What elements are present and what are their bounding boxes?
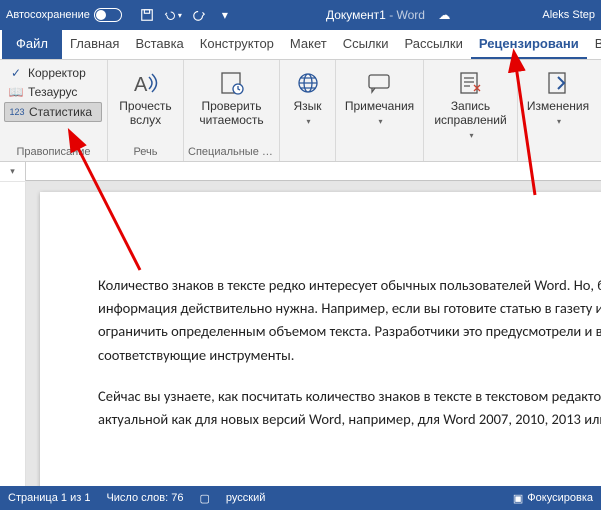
track-changes-icon — [457, 68, 485, 98]
btn-label: Примечания — [345, 99, 414, 113]
group-label: Специальные во… — [184, 144, 279, 161]
editor-icon: ✓ — [8, 66, 24, 80]
tab-mailings[interactable]: Рассылки — [396, 30, 470, 59]
tab-file[interactable]: Файл — [2, 30, 62, 59]
status-language[interactable]: русский — [226, 492, 265, 504]
btn-comments[interactable]: Примечания▾ — [340, 64, 419, 144]
ruler: ▾ 2·1·▾·1·2·3·4·5·6·7·8·9·10·11·12·13 — [0, 162, 601, 182]
readability-icon — [217, 68, 247, 98]
qat-customize-icon[interactable]: ▾ — [216, 6, 234, 24]
doc-name: Документ1 — [326, 8, 386, 22]
status-bar: Страница 1 из 1 Число слов: 76 ▢ русский… — [0, 486, 601, 510]
group-label — [280, 144, 335, 161]
stats-icon: 123 — [9, 105, 25, 119]
read-aloud-icon: A — [131, 68, 161, 98]
tab-design[interactable]: Конструктор — [192, 30, 282, 59]
ruler-corner: ▾ — [0, 162, 26, 181]
btn-changes[interactable]: Изменения▾ — [522, 64, 594, 144]
btn-label: Прочесть — [119, 99, 171, 113]
vertical-ruler[interactable] — [0, 182, 26, 508]
autosave-label: Автосохранение — [6, 9, 90, 21]
ribbon-tabs: Файл Главная Вставка Конструктор Макет С… — [0, 30, 601, 60]
status-page[interactable]: Страница 1 из 1 — [8, 492, 90, 504]
btn-language[interactable]: Язык▾ — [284, 64, 331, 144]
group-tracking: Записьисправлений ▾ — [424, 60, 518, 161]
group-label — [424, 145, 517, 161]
language-icon — [295, 68, 321, 98]
tab-view[interactable]: Вид — [587, 30, 601, 59]
title-bar: Автосохранение ▾ ▾ Документ1 - Word ☁ Al… — [0, 0, 601, 30]
group-speech: A Прочестьвслух Речь — [108, 60, 184, 161]
btn-thesaurus[interactable]: 📖 Тезаурус — [4, 83, 102, 101]
group-accessibility: Проверитьчитаемость Специальные во… — [184, 60, 280, 161]
group-label: Правописание — [0, 144, 107, 161]
group-comments: Примечания▾ — [336, 60, 424, 161]
status-proofing-icon[interactable]: ▢ — [200, 492, 210, 505]
svg-text:A: A — [134, 74, 148, 96]
save-icon[interactable] — [138, 6, 156, 24]
group-language: Язык▾ — [280, 60, 336, 161]
tab-layout[interactable]: Макет — [282, 30, 335, 59]
comments-icon — [366, 68, 394, 98]
status-word-count[interactable]: Число слов: 76 — [106, 492, 183, 504]
btn-word-count[interactable]: 123 Статистика — [4, 102, 102, 122]
page-viewport[interactable]: Количество знаков в тексте редко интерес… — [26, 182, 601, 508]
btn-editor[interactable]: ✓ Корректор — [4, 64, 102, 82]
status-focus[interactable]: ▣ Фокусировка — [513, 492, 593, 505]
horizontal-ruler[interactable]: 2·1·▾·1·2·3·4·5·6·7·8·9·10·11·12·13 — [26, 162, 601, 181]
btn-label: исправлений — [434, 113, 506, 127]
autosave-toggle[interactable]: Автосохранение — [6, 8, 122, 22]
group-proofing: ✓ Корректор 📖 Тезаурус 123 Статистика Право… — [0, 60, 108, 161]
btn-track-changes[interactable]: Записьисправлений ▾ — [428, 64, 513, 145]
focus-icon: ▣ — [513, 492, 523, 505]
undo-icon[interactable]: ▾ — [164, 6, 182, 24]
btn-read-aloud[interactable]: A Прочестьвслух — [112, 64, 179, 144]
btn-label: Запись — [451, 99, 490, 113]
window-title: Документ1 - Word ☁ — [234, 8, 543, 22]
quick-access-toolbar: ▾ ▾ — [138, 6, 234, 24]
btn-label: Изменения — [527, 99, 589, 113]
btn-label: Корректор — [28, 66, 86, 80]
tab-references[interactable]: Ссылки — [335, 30, 397, 59]
user-name[interactable]: Aleks Step — [542, 9, 595, 21]
btn-label: читаемость — [199, 113, 263, 127]
group-label: Речь — [108, 144, 183, 161]
group-label — [336, 144, 423, 161]
toggle-icon — [94, 8, 122, 22]
page[interactable]: Количество знаков в тексте редко интерес… — [40, 192, 601, 508]
ribbon: ✓ Корректор 📖 Тезаурус 123 Статистика Право… — [0, 60, 601, 162]
focus-label: Фокусировка — [527, 492, 593, 504]
paragraph[interactable]: Сейчас вы узнаете, как посчитать количес… — [98, 385, 601, 431]
redo-icon[interactable] — [190, 6, 208, 24]
btn-check-readability[interactable]: Проверитьчитаемость — [188, 64, 275, 144]
btn-label: вслух — [130, 113, 161, 127]
tab-home[interactable]: Главная — [62, 30, 127, 59]
btn-label: Язык — [293, 99, 321, 113]
document-area: Количество знаков в тексте редко интерес… — [0, 182, 601, 508]
paragraph[interactable]: Количество знаков в тексте редко интерес… — [98, 274, 601, 367]
tab-insert[interactable]: Вставка — [127, 30, 191, 59]
tab-review[interactable]: Рецензировани — [471, 30, 587, 59]
btn-label: Проверить — [201, 99, 261, 113]
thesaurus-icon: 📖 — [8, 85, 24, 99]
app-name: - Word — [389, 8, 425, 22]
btn-label: Статистика — [29, 105, 92, 119]
changes-icon — [544, 68, 572, 98]
btn-label: Тезаурус — [28, 85, 77, 99]
group-label — [518, 144, 598, 161]
group-changes: Изменения▾ — [518, 60, 598, 161]
